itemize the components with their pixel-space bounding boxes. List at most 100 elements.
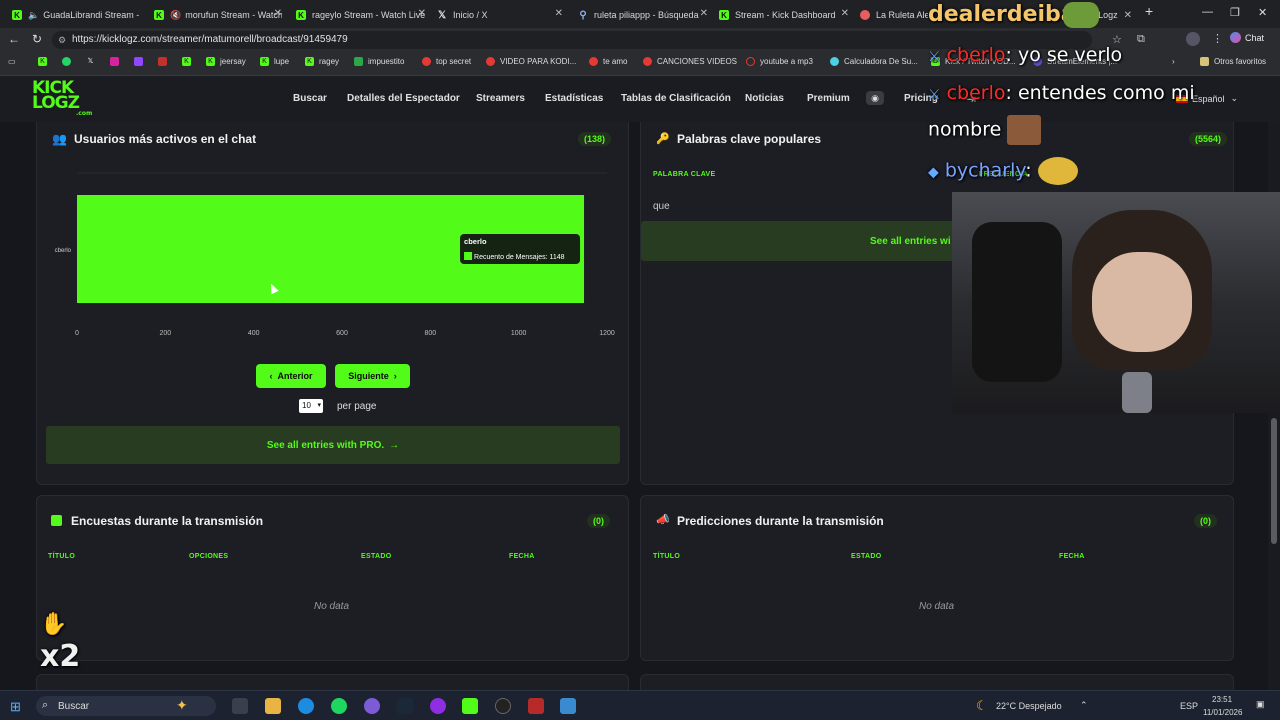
scrollbar-thumb[interactable] [1271,418,1277,544]
close-icon[interactable]: ✕ [274,8,282,19]
search-icon: ⌕ [42,699,49,711]
twitch-icon[interactable] [134,57,148,66]
chevron-up-icon[interactable]: ⌃ [1080,700,1088,711]
per-page-select[interactable]: 10 ▾ [299,399,323,413]
bookmark-canciones[interactable]: CANCIONES VIDEOS [643,57,737,66]
tab-x-home[interactable]: 𝕏 Inicio / X ✕ [437,4,563,26]
edge-icon[interactable] [298,698,314,714]
close-icon[interactable]: ✕ [841,8,849,19]
tab-kick-dashboard[interactable]: K Stream - Kick Dashboard ✕ [719,4,849,26]
task-view-icon[interactable] [232,698,248,714]
tab-label: ruleta piliappp - Búsqueda [594,10,699,20]
kick-icon[interactable] [462,698,478,714]
keyword-cell: que [653,201,670,212]
close-icon[interactable]: ✕ [555,8,563,19]
chevron-right-icon: › [393,371,397,381]
bookmark-ragey[interactable]: Kragey [305,57,339,66]
bookmark-te-amo[interactable]: te amo [589,57,627,66]
bookmark-jeersay[interactable]: Kjeersay [206,57,246,66]
poll-icon [51,515,62,526]
close-icon[interactable]: ✕ [1124,10,1132,21]
reload-icon[interactable]: ↻ [32,32,42,46]
tab-rageylo[interactable]: K rageylo Stream - Watch Live ✕ [296,4,426,26]
chart-tick-label: 600 [336,330,348,337]
search-icon: ⚲ [579,9,587,21]
kicklogz-logo[interactable]: KICK LOGZ .com [32,80,92,118]
next-section-card [36,674,629,690]
nav-buscar[interactable]: Buscar [293,93,327,104]
close-icon[interactable]: ✕ [418,8,426,19]
predictions-card: 📣 Predicciones durante la transmisión (0… [640,495,1234,661]
x-logo-icon[interactable]: 𝕏 [86,57,100,66]
bookmark-impuestito[interactable]: impuestito [354,57,404,66]
chat-message: ⚔ cberlo: entendes como mi [928,82,1195,104]
per-page-label: per page [337,401,377,412]
nav-noticias[interactable]: Noticias [745,93,784,104]
nav-premium[interactable]: Premium [807,93,850,104]
app-icon[interactable] [560,698,576,714]
discord-icon[interactable] [364,698,380,714]
nav-tablas-clasificacion[interactable]: Tablas de Clasificación [621,93,731,104]
site-info-icon[interactable]: ⚙ [58,31,66,49]
notification-icon[interactable]: ▣ [1256,699,1265,710]
taskbar-search[interactable]: ⌕ Buscar ✦ [36,696,216,716]
kick-icon[interactable]: K [38,57,52,66]
clock-time[interactable]: 23:51 [1212,695,1232,704]
chat-message: ⚔ cberlo: yo se verlo [928,44,1123,66]
kick-icon: K [296,10,306,20]
obs-icon[interactable] [495,698,511,714]
close-window-icon[interactable]: ✕ [1258,6,1267,19]
steam-icon[interactable] [397,698,413,714]
discord-icon[interactable]: ◉ [866,91,884,105]
see-all-pro-button[interactable]: See all entries with PRO. → [46,426,620,464]
extensions-icon[interactable]: ⧉ [1137,33,1145,46]
chat-message: nombre [928,115,1042,145]
close-icon[interactable]: ✕ [700,8,708,19]
card-title: Predicciones durante la transmisión [677,514,884,528]
tab-label: rageylo Stream - Watch Live [312,10,426,20]
restore-icon[interactable]: ❐ [1230,6,1240,19]
tab-label: Stream - Kick Dashboard [735,10,836,20]
bookmark-calculadora[interactable]: Calculadora De Su... [830,57,918,66]
app-icon[interactable] [430,698,446,714]
tab-search[interactable]: ⚲ ruleta piliappp - Búsqueda ✕ [578,4,708,26]
count-badge: (138) [578,132,612,146]
youtube-icon[interactable] [158,57,172,66]
app-icon[interactable] [528,698,544,714]
file-explorer-icon[interactable] [265,698,281,714]
nav-streamers[interactable]: Streamers [476,93,525,104]
chart-tooltip-label: Recuento de Mensajes: 1148 [474,254,565,261]
tab-morufun[interactable]: K 🔇 morufun Stream - Watch ✕ [154,4,282,26]
bookmark-top-secret[interactable]: top secret [422,57,471,66]
bookmark-otros[interactable]: Otros favoritos [1200,57,1266,66]
tab-ruleta[interactable]: La Ruleta Aleat [860,4,928,26]
bookmark-video-kodi[interactable]: VIDEO PARA KODI... [486,57,576,66]
previous-button[interactable]: ‹ Anterior [256,364,326,388]
menu-icon[interactable]: ⋮ [1212,32,1223,45]
weather-label[interactable]: 22°C Despejado [996,701,1062,711]
active-users-card: 👥 Usuarios más activos en el chat (138) … [36,122,629,485]
next-button[interactable]: Siguiente › [335,364,410,388]
column-header: ESTADO [851,553,882,560]
spotify-icon[interactable] [331,698,347,714]
avatar[interactable] [1186,32,1200,46]
nav-detalles-espectador[interactable]: Detalles del Espectador [347,93,460,104]
windows-start-icon[interactable]: ⊞ [10,699,21,715]
emote-icon [1037,157,1078,185]
bookmark-lupe[interactable]: Klupe [260,57,289,66]
back-icon[interactable]: ← [8,32,20,46]
minimize-icon[interactable]: — [1202,6,1213,18]
new-tab-icon[interactable]: + [1145,3,1153,19]
whatsapp-icon[interactable] [62,57,76,66]
tab-guadalibrandi[interactable]: K 🔈 GuadaLibrandi Stream - [12,4,142,26]
bookmark-youtube-mp3[interactable]: youtube a mp3 [746,57,813,66]
language-indicator[interactable]: ESP [1180,701,1198,711]
chat-button[interactable]: Chat [1230,32,1264,43]
apps-icon[interactable]: ▭ [8,57,16,66]
kick-icon[interactable]: K [182,57,196,66]
chevron-right-icon[interactable]: › [1172,57,1175,66]
weather-icon: ☾ [976,698,988,713]
instagram-icon[interactable] [110,57,124,66]
nav-estadisticas[interactable]: Estadísticas [545,93,603,104]
clock-date[interactable]: 11/01/2026 [1203,708,1242,717]
